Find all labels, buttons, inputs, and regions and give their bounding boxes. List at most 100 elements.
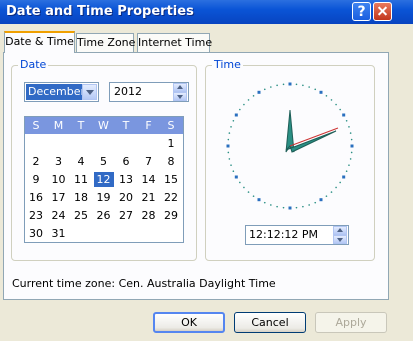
minute-mark	[314, 201, 317, 204]
date-group-label: Date	[18, 58, 49, 71]
minute-mark	[270, 86, 272, 88]
window-title: Date and Time Properties	[6, 4, 194, 19]
calendar-day[interactable]: 30	[26, 226, 46, 241]
calendar-day[interactable]: 25	[71, 208, 91, 223]
minute-mark	[232, 119, 235, 122]
calendar-day[interactable]: 12	[93, 172, 114, 187]
minute-mark	[330, 99, 333, 101]
minute-mark	[247, 191, 250, 193]
calendar-day[interactable]: 23	[26, 208, 46, 223]
minute-mark	[243, 103, 245, 106]
minute-mark	[325, 95, 328, 97]
apply-button[interactable]: Apply	[315, 312, 387, 333]
calendar-day[interactable]: 10	[49, 172, 69, 187]
time-value[interactable]: 12:12:12 PM	[249, 228, 318, 241]
calendar-day[interactable]: 31	[49, 226, 69, 241]
minute-mark	[335, 186, 337, 189]
weekday-header: S	[167, 119, 175, 132]
calendar-day[interactable]: 13	[116, 172, 136, 187]
weekday-header: S	[32, 119, 40, 132]
hour-mark	[288, 82, 292, 86]
minute-mark	[276, 84, 278, 87]
help-button[interactable]: ?	[352, 2, 371, 21]
minute-mark	[243, 186, 245, 189]
minute-mark	[314, 88, 317, 91]
calendar-day[interactable]: 3	[49, 154, 69, 169]
minute-mark	[263, 88, 266, 91]
minute-mark	[228, 132, 231, 134]
calendar-day[interactable]: 4	[71, 154, 91, 169]
calendar-day[interactable]: 11	[71, 172, 91, 187]
close-button[interactable]	[373, 2, 392, 21]
weekday-header: T	[77, 119, 85, 132]
minute-mark	[228, 158, 231, 160]
hour-mark	[257, 198, 261, 202]
calendar-day[interactable]: 29	[161, 208, 181, 223]
hour-mark	[342, 113, 346, 117]
second-hand	[289, 127, 339, 147]
minute-mark	[247, 99, 250, 101]
minute-mark	[348, 164, 350, 166]
year-up-arrow-icon[interactable]	[173, 83, 187, 92]
minute-mark	[252, 95, 255, 97]
minute-mark	[276, 205, 278, 208]
cancel-button[interactable]: Cancel	[234, 312, 306, 333]
calendar-day[interactable]: 26	[94, 208, 114, 223]
minute-mark	[339, 108, 341, 111]
ok-button[interactable]: OK	[153, 312, 225, 333]
tab-time-zone[interactable]: Time Zone	[76, 33, 135, 52]
calendar-day[interactable]: 8	[161, 154, 181, 169]
calendar-day[interactable]: 9	[26, 172, 46, 187]
tab-internet-time[interactable]: Internet Time	[137, 33, 212, 52]
calendar-day[interactable]: 17	[49, 190, 69, 205]
chevron-down-icon[interactable]	[82, 84, 97, 100]
calendar-day[interactable]: 24	[49, 208, 69, 223]
calendar-day[interactable]: 7	[139, 154, 159, 169]
minute-mark	[239, 108, 241, 111]
year-down-arrow-icon[interactable]	[173, 92, 187, 101]
time-down-arrow-icon[interactable]	[333, 235, 347, 244]
minute-mark	[345, 119, 348, 122]
title-bar[interactable]: Date and Time Properties ?	[0, 0, 413, 24]
calendar[interactable]: SMTWTFS 1 2 3 4 5 6 7 8 9 10 11 12 13 14 15 16 17 18 19 20 2…	[24, 116, 184, 243]
minute-mark	[345, 170, 348, 173]
calendar-day[interactable]: 2	[26, 154, 46, 169]
minute-mark	[350, 138, 353, 141]
analog-clock	[226, 82, 354, 210]
time-up-arrow-icon[interactable]	[333, 226, 347, 235]
calendar-day[interactable]: 6	[116, 154, 136, 169]
calendar-day[interactable]: 19	[94, 190, 114, 205]
minute-mark	[295, 83, 298, 86]
hour-mark	[226, 144, 230, 148]
month-dropdown[interactable]: December	[24, 82, 99, 102]
minute-mark	[325, 195, 328, 197]
calendar-day[interactable]: 22	[161, 190, 181, 205]
time-spinner[interactable]: 12:12:12 PM	[245, 225, 349, 245]
hour-mark	[319, 198, 323, 202]
minute-mark	[252, 195, 255, 197]
minute-mark	[308, 86, 310, 88]
minute-mark	[349, 132, 352, 134]
minute-mark	[335, 103, 337, 106]
minute-mark	[330, 191, 333, 193]
calendar-day[interactable]: 27	[116, 208, 136, 223]
minute-mark	[350, 151, 353, 154]
weekday-header: T	[122, 119, 130, 132]
calendar-day[interactable]: 20	[116, 190, 136, 205]
calendar-day[interactable]: 14	[139, 172, 159, 187]
calendar-day[interactable]: 21	[139, 190, 159, 205]
calendar-day[interactable]: 5	[94, 154, 114, 169]
calendar-day[interactable]: 1	[161, 136, 181, 151]
year-spinner[interactable]: 2012	[109, 82, 189, 102]
time-group-label: Time	[212, 58, 243, 71]
minute-mark	[308, 204, 310, 206]
calendar-header: SMTWTFS	[25, 117, 183, 134]
calendar-day[interactable]: 15	[161, 172, 181, 187]
calendar-day[interactable]: 16	[26, 190, 46, 205]
minute-mark	[230, 164, 232, 166]
tab-date-time[interactable]: Date & Time	[4, 31, 75, 53]
calendar-day[interactable]: 18	[71, 190, 91, 205]
calendar-day[interactable]: 28	[139, 208, 159, 223]
weekday-header: W	[98, 119, 109, 132]
weekday-header: F	[145, 119, 152, 132]
